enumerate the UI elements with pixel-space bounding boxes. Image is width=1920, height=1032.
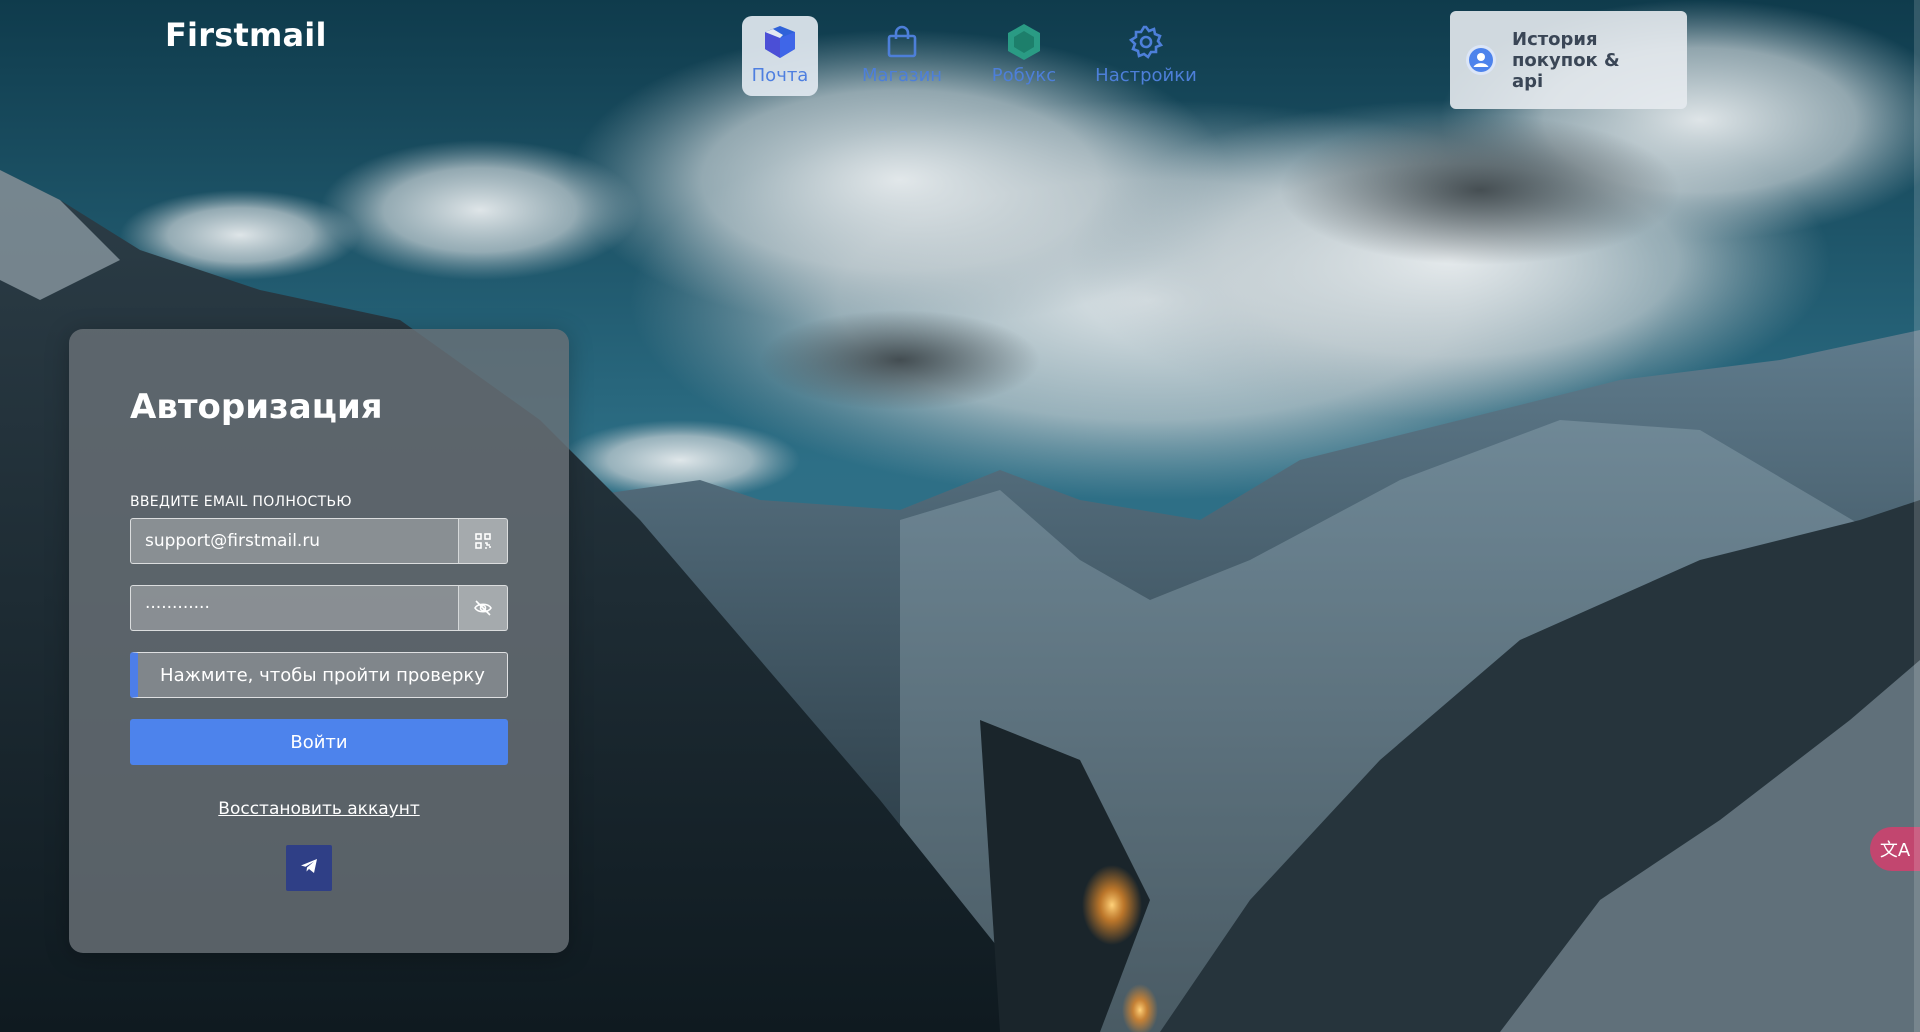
- gear-icon: [1126, 22, 1166, 62]
- purchase-history-label: История покупок & api: [1512, 28, 1620, 92]
- user-icon: [1466, 45, 1496, 75]
- brand-logo[interactable]: Firstmail: [165, 16, 327, 54]
- email-label: ВВЕДИТЕ EMAIL ПОЛНОСТЬЮ: [130, 494, 352, 510]
- main-nav: Почта Магазин Робукс Настройки: [742, 16, 1207, 96]
- email-input[interactable]: [131, 519, 458, 563]
- translate-icon: 文A: [1879, 840, 1911, 861]
- auth-title: Авторизация: [130, 387, 383, 427]
- eye-off-icon[interactable]: [458, 586, 507, 630]
- password-input[interactable]: [131, 586, 458, 630]
- nav-item-label: Настройки: [1095, 65, 1197, 86]
- translate-widget-button[interactable]: 文A: [1870, 827, 1920, 871]
- qr-scan-icon[interactable]: [458, 519, 507, 563]
- auth-card: Авторизация ВВЕДИТЕ EMAIL ПОЛНОСТЬЮ supp…: [69, 329, 569, 953]
- nav-item-label: Робукс: [991, 65, 1057, 86]
- nav-item-label: Магазин: [861, 65, 943, 86]
- page-scrollbar[interactable]: [1914, 0, 1920, 1032]
- recover-account-link[interactable]: Восстановить аккаунт: [69, 799, 569, 819]
- nav-item-settings[interactable]: Настройки: [1085, 16, 1207, 96]
- captcha-button[interactable]: Нажмите, чтобы пройти проверку: [130, 652, 508, 698]
- telegram-icon: [300, 858, 318, 878]
- nav-item-shop[interactable]: Магазин: [841, 16, 963, 96]
- purchase-history-button[interactable]: История покупок & api: [1450, 11, 1687, 109]
- mail-cube-icon: [760, 22, 800, 62]
- telegram-button[interactable]: [286, 845, 332, 891]
- login-button[interactable]: Войти: [130, 719, 508, 765]
- email-input-group: [130, 518, 508, 564]
- nav-item-mail[interactable]: Почта: [742, 16, 818, 96]
- shopping-bag-icon: [882, 22, 922, 62]
- nav-item-label: Почта: [751, 65, 809, 86]
- nav-item-robux[interactable]: Робукс: [963, 16, 1085, 96]
- password-input-group: [130, 585, 508, 631]
- hexagon-icon: [1004, 22, 1044, 62]
